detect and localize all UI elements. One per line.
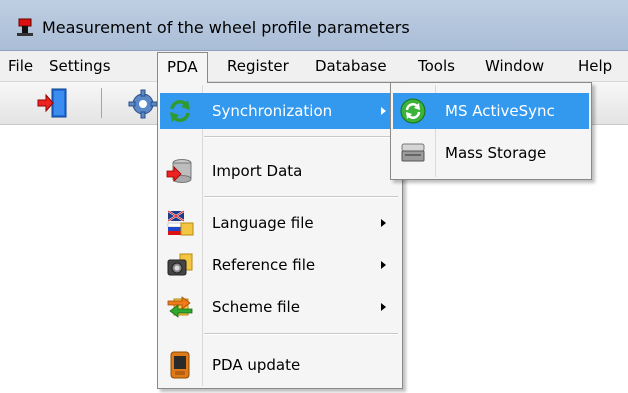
synchronization-submenu: MS ActiveSync Mass Storage: [390, 82, 592, 180]
menu-separator: [204, 333, 398, 335]
menu-item-label: PDA update: [212, 356, 301, 374]
activesync-icon: [400, 98, 426, 124]
sync-arrows-icon: [170, 100, 190, 122]
submenu-arrow-icon: [381, 219, 386, 227]
menu-item-label: MS ActiveSync: [445, 102, 555, 120]
menu-database[interactable]: Database: [315, 51, 387, 81]
menu-item-language-file[interactable]: Language file: [160, 205, 400, 241]
caliper-icon: [17, 18, 33, 36]
submenu-arrow-icon: [381, 261, 386, 269]
gear-icon[interactable]: [128, 89, 158, 119]
menu-separator: [204, 136, 398, 138]
menu-item-mass-storage[interactable]: Mass Storage: [393, 135, 589, 171]
submenu-arrow-icon: [381, 303, 386, 311]
pda-device-icon: [170, 351, 190, 379]
menu-register[interactable]: Register: [227, 51, 289, 81]
menu-item-label: Language file: [212, 214, 314, 232]
menu-item-ms-activesync[interactable]: MS ActiveSync: [393, 93, 589, 129]
database-import-icon: [166, 159, 192, 183]
title-bar: Measurement of the wheel profile paramet…: [0, 0, 628, 51]
menu-pda[interactable]: PDA: [157, 52, 208, 83]
menu-item-reference-file[interactable]: Reference file: [160, 247, 400, 283]
menu-bar: File Settings PDA Register Database Tool…: [0, 51, 628, 83]
scanner-drive-icon: [401, 143, 425, 162]
exit-door-icon[interactable]: [36, 87, 70, 119]
menu-item-pda-update[interactable]: PDA update: [160, 347, 400, 383]
menu-tools[interactable]: Tools: [418, 51, 455, 81]
menu-item-label: Mass Storage: [445, 144, 547, 162]
submenu-arrow-icon: [381, 107, 386, 115]
menu-item-synchronization[interactable]: Synchronization: [160, 93, 400, 129]
menu-item-scheme-file[interactable]: Scheme file: [160, 289, 400, 325]
menu-item-import-data[interactable]: Import Data: [160, 153, 400, 189]
toolbar-separator: [101, 88, 102, 118]
menu-item-label: Import Data: [212, 162, 303, 180]
menu-item-label: Synchronization: [212, 102, 333, 120]
window-title: Measurement of the wheel profile paramet…: [42, 18, 410, 37]
menu-settings[interactable]: Settings: [49, 51, 111, 81]
menu-item-label: Scheme file: [212, 298, 300, 316]
menu-separator: [204, 196, 398, 198]
menu-item-label: Reference file: [212, 256, 316, 274]
menu-window[interactable]: Window: [485, 51, 544, 81]
menu-file[interactable]: File: [8, 51, 33, 81]
flag-folder-icon: [167, 210, 194, 236]
swap-arrows-icon: [167, 296, 193, 318]
pda-menu: Synchronization Import Data Language fil…: [157, 82, 403, 389]
menu-help[interactable]: Help: [578, 51, 612, 81]
camera-folder-icon: [167, 253, 193, 276]
